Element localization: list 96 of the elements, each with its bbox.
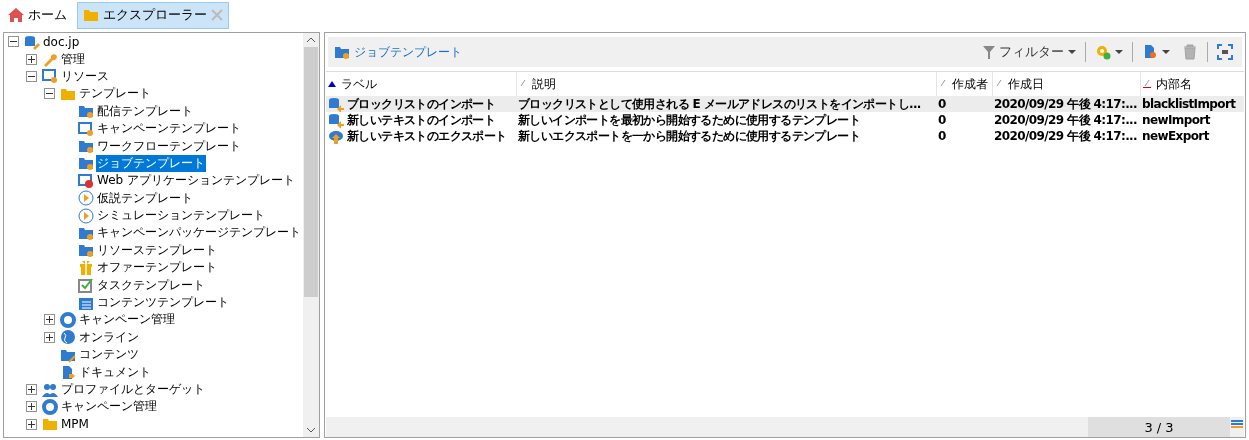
- collapse-toggle[interactable]: [44, 88, 55, 100]
- caret-icon: [1162, 49, 1170, 55]
- tree-item[interactable]: キャンペーンテンプレート: [96, 120, 242, 138]
- ring-icon: [42, 398, 58, 415]
- tab[interactable]: ホーム: [2, 1, 73, 29]
- tree-item[interactable]: リソース: [60, 67, 110, 85]
- database-icon: [24, 33, 40, 50]
- folder-badge-icon: [78, 103, 94, 120]
- tree-item[interactable]: リソーステンプレート: [96, 241, 218, 259]
- tree-item[interactable]: ワークフローテンプレート: [96, 137, 242, 155]
- play-icon: [78, 190, 94, 207]
- tree-item[interactable]: テンプレート: [78, 85, 152, 103]
- caret-icon: [1068, 49, 1076, 55]
- tree-item[interactable]: ドキュメント: [78, 363, 152, 381]
- menu-icon: [1230, 417, 1244, 431]
- window-gear-icon: [42, 68, 58, 85]
- table-cell: 新しいインポートを最初から開始するために使用するテンプレート: [518, 112, 860, 128]
- table-cell: ブロックリストとして使用される E メールアドレスのリストをインポートし...: [518, 96, 921, 112]
- tree-item[interactable]: Web アプリケーションテンプレート: [96, 172, 296, 190]
- window-at-icon: [78, 172, 94, 189]
- tree-item[interactable]: タスクテンプレート: [96, 276, 206, 294]
- expand-toggle[interactable]: [26, 401, 37, 413]
- column-header[interactable]: 説明: [532, 75, 556, 93]
- globe-icon: [60, 329, 76, 346]
- tree-item[interactable]: オファーテンプレート: [96, 259, 218, 277]
- tree-item[interactable]: プロファイルとターゲット: [60, 381, 206, 398]
- ring-icon: [60, 311, 76, 328]
- database-arrow-icon: [328, 96, 344, 112]
- folder-badge-icon: [78, 242, 94, 259]
- table-cell: 2020/09/29 午後 4:17:...: [994, 112, 1138, 128]
- scrollbar[interactable]: [303, 33, 319, 437]
- new-document-icon: [1142, 44, 1158, 60]
- column-header[interactable]: 作成日: [1008, 75, 1044, 93]
- table-cell: 0: [938, 129, 946, 143]
- collapse-toggle[interactable]: [26, 70, 37, 82]
- record-count: 3 / 3: [1088, 417, 1230, 437]
- window-gear-icon: [78, 120, 94, 137]
- expand-toggle[interactable]: [44, 314, 55, 326]
- fullscreen-button[interactable]: [1214, 42, 1236, 62]
- filter-button[interactable]: フィルター: [980, 41, 1079, 63]
- tree-item[interactable]: 配信テンプレート: [96, 102, 194, 120]
- tree-item[interactable]: MPM: [60, 417, 90, 432]
- collapse-toggle[interactable]: [8, 36, 19, 48]
- gift-icon: [78, 259, 94, 276]
- table-cell: 新しいテキストのエクスポート: [347, 128, 507, 144]
- tree-item[interactable]: コンテンツ: [78, 346, 140, 364]
- checkbox-icon: [78, 277, 94, 294]
- cloud-upload-icon: [328, 128, 344, 144]
- trash-icon: [1182, 44, 1198, 60]
- play-icon: [78, 207, 94, 224]
- caret-icon: [1115, 49, 1123, 55]
- table-row[interactable]: ブロックリストのインポート ブロックリストとして使用される E メールアドレスのリストをインポートし... 0 2020/09/29 午後 4:17:... blacklistImport: [326, 96, 1244, 112]
- folder-badge-icon: [78, 138, 94, 155]
- table-cell: 2020/09/29 午後 4:17:...: [994, 128, 1138, 144]
- tree-item[interactable]: doc.jp: [42, 34, 81, 49]
- tree-item[interactable]: キャンペーン管理: [78, 311, 176, 329]
- table-cell: 新しいテキストのインポート: [347, 112, 496, 128]
- database-arrow-icon: [328, 112, 344, 128]
- column-header[interactable]: 内部名: [1156, 75, 1192, 93]
- breadcrumb[interactable]: ジョブテンプレート: [354, 43, 462, 61]
- table-cell: blacklistImport: [1142, 97, 1236, 111]
- table-cell: ブロックリストのインポート: [347, 96, 496, 112]
- tree-item[interactable]: キャンペーン管理: [60, 398, 158, 416]
- filter-icon: [983, 45, 995, 59]
- column-header[interactable]: ラベル: [341, 75, 377, 93]
- tree-item[interactable]: 仮説テンプレート: [96, 189, 194, 207]
- home-icon: [8, 7, 24, 23]
- table-cell: newExport: [1142, 129, 1209, 143]
- people-icon: [42, 381, 58, 398]
- tree-item[interactable]: コンテンツテンプレート: [96, 294, 230, 312]
- table-row[interactable]: 新しいテキストのエクスポート 新しいエクスポートを一から開始するために使用するテンプレート 0 2020/09/29 午後 4:17:... newExport: [326, 128, 1244, 144]
- table-cell: 0: [938, 113, 946, 127]
- table-cell: newImport: [1142, 113, 1210, 127]
- fullscreen-icon: [1217, 44, 1233, 60]
- tab[interactable]: エクスプローラー: [77, 1, 229, 29]
- document-tag-icon: [60, 364, 76, 381]
- table-row[interactable]: 新しいテキストのインポート 新しいインポートを最初から開始するために使用するテンプレート 0 2020/09/29 午後 4:17:... newImport: [326, 112, 1244, 128]
- tree-item[interactable]: オンライン: [78, 328, 140, 346]
- tree-item[interactable]: シミュレーションテンプレート: [96, 207, 266, 225]
- wrench-icon: [42, 51, 58, 68]
- folder-badge-icon: [78, 155, 94, 172]
- expand-toggle[interactable]: [26, 418, 37, 430]
- tree-item[interactable]: キャンペーンパッケージテンプレート: [96, 224, 302, 242]
- folder-icon: [42, 416, 58, 433]
- expand-toggle[interactable]: [26, 53, 37, 65]
- column-header[interactable]: 作成者: [952, 75, 988, 93]
- expand-toggle[interactable]: [44, 331, 55, 343]
- folder-badge-icon: [334, 44, 350, 60]
- table-cell: 2020/09/29 午後 4:17:...: [994, 96, 1138, 112]
- tree-item[interactable]: 管理: [60, 50, 86, 68]
- expand-toggle[interactable]: [26, 384, 37, 395]
- tree-item[interactable]: ジョブテンプレート: [96, 154, 206, 172]
- table-cell: 新しいエクスポートを一から開始するために使用するテンプレート: [518, 128, 860, 144]
- table-cell: 0: [938, 97, 946, 111]
- folder-icon: [83, 7, 99, 23]
- folder-badge-icon: [78, 225, 94, 241]
